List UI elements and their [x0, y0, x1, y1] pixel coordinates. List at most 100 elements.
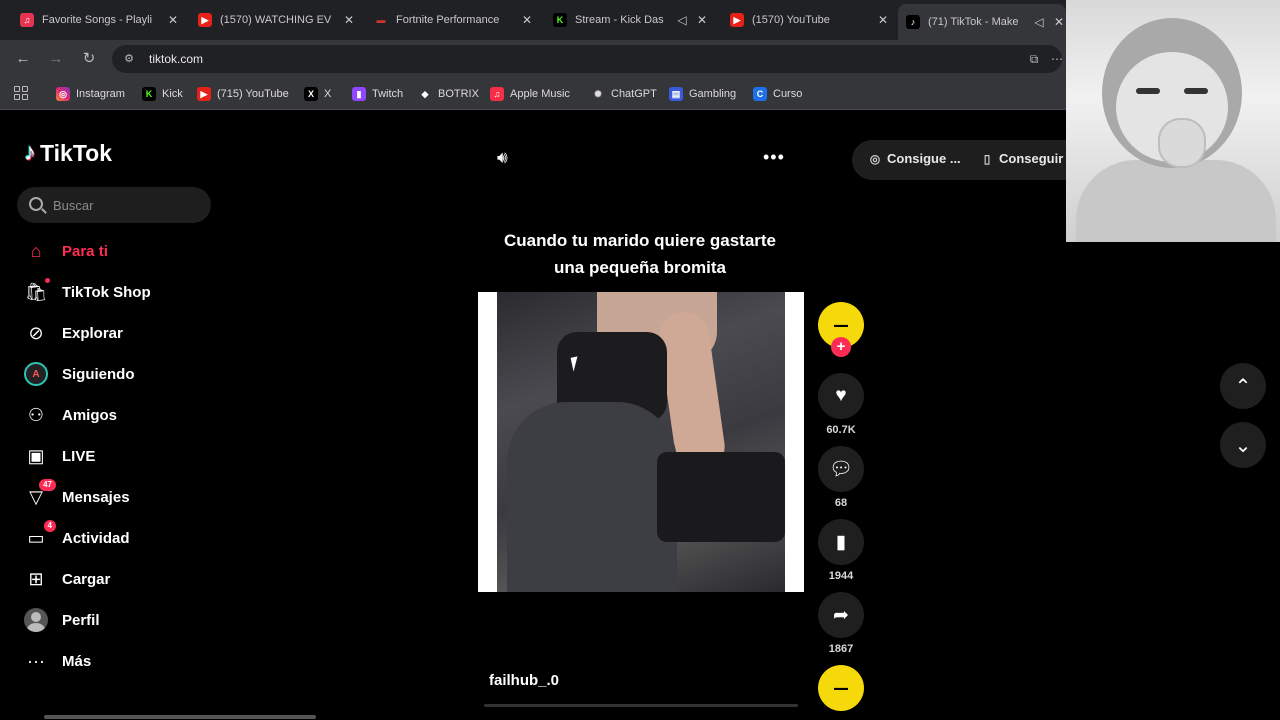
browser-tab[interactable]: ▶ (1570) YouTube ✕ [730, 6, 890, 34]
music-icon: ♫ [20, 13, 34, 27]
sidebar-item-tiktok-shop[interactable]: 🛍︎ TikTok Shop [24, 277, 204, 307]
video-content [657, 452, 785, 542]
save-button[interactable]: ▮ [818, 519, 864, 565]
header-actions: ◎ Consigue ... ▯ Conseguir [852, 140, 1066, 180]
sidebar-item-siguiendo[interactable]: A Siguiendo [24, 359, 204, 389]
browser-tab[interactable]: K Stream - Kick Das ◁ ✕ [553, 6, 709, 34]
follow-plus-icon[interactable]: + [831, 337, 851, 357]
extensions-icon[interactable]: ⋯ [1050, 52, 1064, 66]
mute-icon[interactable]: ◁ [675, 13, 689, 27]
chatgpt-icon: ✺ [594, 88, 602, 99]
bookmark[interactable]: ✺ ChatGPT [591, 86, 657, 102]
more-options-icon[interactable]: ••• [763, 147, 785, 167]
url-text[interactable]: tiktok.com [149, 52, 203, 66]
compass-icon: ⊘ [28, 322, 44, 343]
tiktok-logo-icon: ♪ [24, 139, 36, 166]
avatar: A [24, 362, 48, 386]
author-name[interactable]: failhub_.0 [489, 672, 559, 689]
browser-tab[interactable]: ▬ Fortnite Performance ✕ [374, 6, 534, 34]
friends-icon: ⚇ [27, 404, 45, 425]
caption-line: una pequeña bromita [554, 258, 726, 277]
messages-badge: 47 [39, 479, 56, 491]
share-button[interactable]: ➦ [818, 592, 864, 638]
sidebar-item-explorar[interactable]: ⊘ Explorar [24, 318, 204, 348]
bookmark-label: X [324, 88, 332, 100]
kick-icon: K [553, 13, 567, 27]
search-input[interactable] [53, 195, 203, 215]
search-icon [29, 197, 43, 211]
messages-icon: ▽ 47 [24, 479, 56, 509]
close-icon[interactable]: ✕ [695, 13, 709, 27]
horizontal-scrollbar[interactable] [44, 715, 316, 719]
music-disc-avatar[interactable]: ▬▬ [818, 665, 864, 711]
volume-icon[interactable]: 🔊︎ [497, 148, 519, 168]
previous-video-button[interactable]: ⌃ [1220, 363, 1266, 409]
bookmarks-bar: ◎ Instagram K Kick ▶ (715) YouTube X X ▮… [0, 78, 1066, 110]
sidebar-item-para-ti[interactable]: ⌂ Para ti [24, 236, 204, 266]
back-icon[interactable]: ← [14, 50, 32, 68]
heart-icon: ♥ [835, 385, 847, 406]
bookmark[interactable]: ◆ BOTRIX [418, 86, 479, 102]
tiktok-icon: ♪ [906, 15, 920, 29]
sidebar-item-label: Explorar [62, 324, 123, 342]
video-player[interactable] [478, 292, 804, 592]
bookmark[interactable]: X X [304, 86, 331, 102]
browser-tab[interactable]: ♫ Favorite Songs - Playli ✕ [20, 6, 180, 34]
sidebar-item-label: Siguiendo [62, 365, 135, 383]
chevron-up-icon: ⌃ [1234, 375, 1252, 398]
youtube-icon: ▶ [197, 87, 211, 101]
sidebar-item-amigos[interactable]: ⚇ Amigos [24, 400, 204, 430]
site-settings-icon[interactable]: ⚙ [122, 52, 136, 66]
gambling-icon: ▤ [669, 87, 683, 101]
get-coins-button[interactable]: ◎ Consigue ... [868, 151, 961, 166]
twitch-icon: ▮ [352, 87, 366, 101]
close-icon[interactable]: ✕ [1052, 15, 1066, 29]
browser-tab-bar: ♫ Favorite Songs - Playli ✕ ▶ (1570) WAT… [0, 0, 1066, 40]
search-box[interactable] [17, 187, 211, 223]
bookmark[interactable]: ▤ Gambling [669, 86, 736, 102]
browser-tab[interactable]: ▶ (1570) WATCHING EV ✕ [198, 6, 356, 34]
bookmark-icon: ▮ [835, 531, 847, 553]
apps-grid-icon[interactable] [14, 86, 28, 100]
bookmark[interactable]: K Kick [142, 86, 183, 102]
bookmark[interactable]: ▮ Twitch [352, 86, 403, 102]
tiktok-logo[interactable]: ♪ TikTok [24, 139, 112, 167]
sidebar-item-mas[interactable]: ··· Más [24, 646, 204, 676]
bookmark[interactable]: ◎ Instagram [56, 86, 125, 102]
bookmark-label: Gambling [689, 88, 737, 100]
bookmark-label: Kick [162, 88, 183, 100]
bookmark-label: Apple Music [510, 88, 570, 100]
bookmark[interactable]: ♫ Apple Music [490, 86, 570, 102]
bookmark-label: Curso [773, 88, 803, 100]
sidebar-item-cargar[interactable]: ⊞ Cargar [24, 564, 204, 594]
close-icon[interactable]: ✕ [520, 13, 534, 27]
close-icon[interactable]: ✕ [166, 13, 180, 27]
webcam-content [1158, 118, 1206, 168]
sidebar-item-perfil[interactable]: Perfil [24, 605, 204, 635]
forward-icon[interactable]: → [47, 50, 65, 68]
sidebar-item-label: LIVE [62, 447, 96, 465]
close-icon[interactable]: ✕ [876, 13, 890, 27]
like-button[interactable]: ♥ [818, 373, 864, 419]
bookmark[interactable]: C Curso [753, 86, 802, 102]
comment-icon: 💬︎ [828, 459, 854, 480]
sidebar-item-actividad[interactable]: ▭ 4 Actividad [24, 520, 204, 553]
sidebar-item-label: Amigos [62, 406, 118, 424]
browser-tab-active[interactable]: ♪ (71) TikTok - Make ◁ ✕ [898, 4, 1066, 40]
url-field[interactable]: ⚙ tiktok.com ⧉ ⋯ [112, 45, 1064, 73]
video-progress-bar[interactable] [484, 704, 798, 707]
sidebar-item-mensajes[interactable]: ▽ 47 Mensajes [24, 479, 204, 512]
page-icon: ▬ [374, 13, 388, 27]
bookmark[interactable]: ▶ (715) YouTube [197, 86, 289, 102]
reload-icon[interactable]: ↻ [80, 50, 98, 68]
install-app-icon[interactable]: ⧉ [1027, 52, 1041, 66]
video-frame [497, 292, 785, 592]
close-icon[interactable]: ✕ [342, 13, 356, 27]
tab-title: (1570) YouTube [752, 14, 830, 26]
sidebar-item-live[interactable]: ▣ LIVE [24, 441, 204, 471]
audio-icon[interactable]: ◁ [1032, 15, 1046, 29]
save-count: 1944 [828, 570, 854, 582]
get-app-button[interactable]: ▯ Conseguir [980, 151, 1064, 166]
next-video-button[interactable]: ⌄ [1220, 422, 1266, 468]
comment-button[interactable]: 💬︎ [818, 446, 864, 492]
